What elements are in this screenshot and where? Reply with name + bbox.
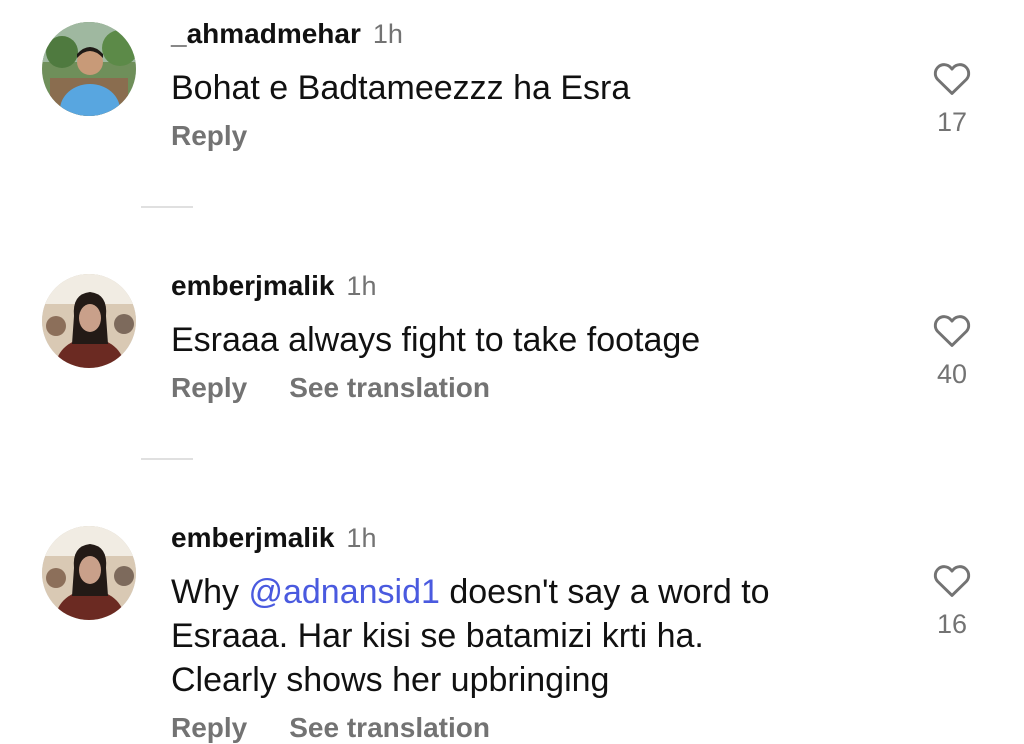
heart-outline-icon[interactable]: [925, 310, 979, 348]
timestamp: 1h: [346, 523, 377, 553]
comment-text-line: Esraaa. Har kisi se batamizi krti ha.: [171, 617, 704, 655]
comment-text: Esraaa always fight to take footage: [171, 321, 701, 359]
username[interactable]: emberjmalik: [171, 270, 334, 302]
mention-link[interactable]: @adnansid1: [248, 573, 439, 611]
comment-meta: emberjmalik 1h: [171, 522, 376, 562]
avatar[interactable]: [42, 526, 136, 620]
like-count: 17: [936, 107, 968, 137]
timestamp: 1h: [372, 19, 403, 49]
heart-outline-icon[interactable]: [925, 58, 979, 96]
comment-text-segment: Why: [171, 573, 249, 611]
avatar[interactable]: [42, 22, 136, 116]
comment-meta: emberjmalik 1h: [171, 270, 376, 310]
reply-button[interactable]: Reply: [171, 372, 247, 404]
comment-actions: Reply See translation: [171, 712, 532, 744]
avatar[interactable]: [42, 274, 136, 368]
comment-text-line: Why @adnansid1 doesn't say a word to: [171, 570, 770, 614]
reply-button[interactable]: Reply: [171, 712, 247, 744]
see-translation-button[interactable]: See translation: [289, 372, 490, 404]
username[interactable]: emberjmalik: [171, 522, 334, 554]
comment-text-line: Clearly shows her upbringing: [171, 661, 610, 699]
see-translation-button[interactable]: See translation: [289, 712, 490, 744]
comment-divider: [141, 458, 193, 460]
like-control: 17: [925, 58, 979, 138]
comment-actions: Reply See translation: [171, 372, 532, 404]
comment-divider: [141, 206, 193, 208]
reply-button[interactable]: Reply: [171, 120, 247, 152]
username[interactable]: _ahmadmehar: [171, 18, 361, 50]
like-control: 16: [925, 560, 979, 640]
comment-text: Why @adnansid1 doesn't say a word to Esr…: [171, 570, 770, 702]
comment-text-segment: doesn't say a word to: [439, 573, 770, 611]
like-count: 40: [936, 359, 968, 389]
timestamp: 1h: [346, 271, 377, 301]
like-control: 40: [925, 310, 979, 390]
like-count: 16: [936, 609, 968, 639]
comment-meta: _ahmadmehar 1h: [171, 18, 403, 58]
comment-actions: Reply: [171, 120, 289, 152]
heart-outline-icon[interactable]: [925, 560, 979, 598]
comment-text: Bohat e Badtameezzz ha Esra: [171, 69, 631, 107]
